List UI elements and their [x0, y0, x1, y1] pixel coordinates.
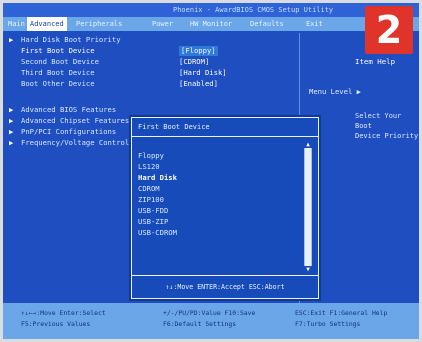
- popup-scrollbar[interactable]: ▲ ▼: [304, 141, 312, 273]
- setting-label: First Boot Device: [21, 46, 95, 55]
- popup-option-selected[interactable]: Hard Disk: [138, 172, 177, 183]
- setting-label: Second Boot Device: [21, 57, 99, 66]
- setting-value[interactable]: [Hard Disk]: [179, 68, 227, 78]
- menu-level: Menu Level ▶: [309, 87, 361, 96]
- popup-option[interactable]: ZIP100: [138, 194, 164, 205]
- menu-peripherals[interactable]: Peripherals: [73, 17, 125, 31]
- submenu-arrow-icon: ▶: [9, 35, 14, 44]
- key-hint: ESC:Exit F1:General Help: [295, 309, 388, 317]
- key-legend-bar: ↑↓←→:Move Enter:Select +/-/PU/PD:Value F…: [3, 303, 419, 339]
- menu-advanced[interactable]: Advanced: [27, 17, 67, 31]
- window-title: Phoenix - AwardBIOS CMOS Setup Utility: [173, 6, 334, 14]
- help-line: Device Priority: [355, 132, 419, 140]
- key-hint: F6:Default Settings: [163, 320, 237, 328]
- setting-value[interactable]: [Floppy]: [179, 46, 218, 56]
- scroll-up-icon[interactable]: ▲: [304, 141, 312, 148]
- title-bar: Phoenix - AwardBIOS CMOS Setup Utility: [3, 3, 419, 17]
- item-help-heading: Item Help: [355, 57, 396, 66]
- key-hint: ↑↓←→:Move Enter:Select: [21, 309, 106, 317]
- submenu-arrow-icon: ▶: [9, 138, 14, 147]
- help-line: Select Your Boot: [355, 112, 402, 130]
- setting-label: Advanced Chipset Features: [21, 116, 130, 125]
- setting-value[interactable]: [CDROM]: [179, 57, 209, 67]
- menu-defaults[interactable]: Defaults: [247, 17, 287, 31]
- popup-option[interactable]: LS120: [138, 161, 160, 172]
- setting-label: Third Boot Device: [21, 68, 95, 77]
- key-hint: F7:Turbo Settings: [295, 320, 361, 328]
- menu-exit[interactable]: Exit: [303, 17, 326, 31]
- key-hint: F5:Previous Values: [21, 320, 91, 328]
- submenu-arrow-icon: ▶: [9, 127, 14, 136]
- popup-option[interactable]: USB-CDROM: [138, 227, 177, 238]
- popup-option[interactable]: CDROM: [138, 183, 160, 194]
- menu-main[interactable]: Main: [5, 17, 28, 31]
- submenu-arrow-icon: ▶: [9, 116, 14, 125]
- menu-hw-monitor[interactable]: HW Monitor: [187, 17, 235, 31]
- step-number-badge: 2: [365, 6, 413, 54]
- photo-frame: Phoenix - AwardBIOS CMOS Setup Utility M…: [0, 0, 422, 342]
- menu-power[interactable]: Power: [149, 17, 176, 31]
- setting-value[interactable]: [Enabled]: [179, 79, 218, 89]
- submenu-arrow-icon: ▶: [9, 105, 14, 114]
- setting-label: Hard Disk Boot Priority: [21, 35, 121, 44]
- boot-device-popup: First Boot Device Floppy LS120 Hard Disk…: [131, 117, 319, 299]
- popup-option[interactable]: Floppy: [138, 150, 164, 161]
- popup-title: First Boot Device: [132, 118, 318, 137]
- setting-label: Boot Other Device: [21, 79, 95, 88]
- help-text: Select Your Boot Device Priority: [355, 111, 419, 141]
- setting-label: PnP/PCI Configurations: [21, 127, 117, 136]
- menu-bar: Main Advanced Peripherals Power HW Monit…: [3, 17, 419, 31]
- bios-screen: Phoenix - AwardBIOS CMOS Setup Utility M…: [3, 3, 419, 339]
- key-hint: +/-/PU/PD:Value F10:Save: [163, 309, 256, 317]
- popup-option[interactable]: USB-FDD: [138, 205, 168, 216]
- popup-footer: ↑↓:Move ENTER:Accept ESC:Abort: [132, 275, 318, 298]
- scroll-thumb[interactable]: [305, 148, 311, 266]
- scroll-down-icon[interactable]: ▼: [304, 266, 312, 273]
- setting-label: Advanced BIOS Features: [21, 105, 117, 114]
- setting-label: Frequency/Voltage Control: [21, 138, 130, 147]
- popup-option[interactable]: USB-ZIP: [138, 216, 168, 227]
